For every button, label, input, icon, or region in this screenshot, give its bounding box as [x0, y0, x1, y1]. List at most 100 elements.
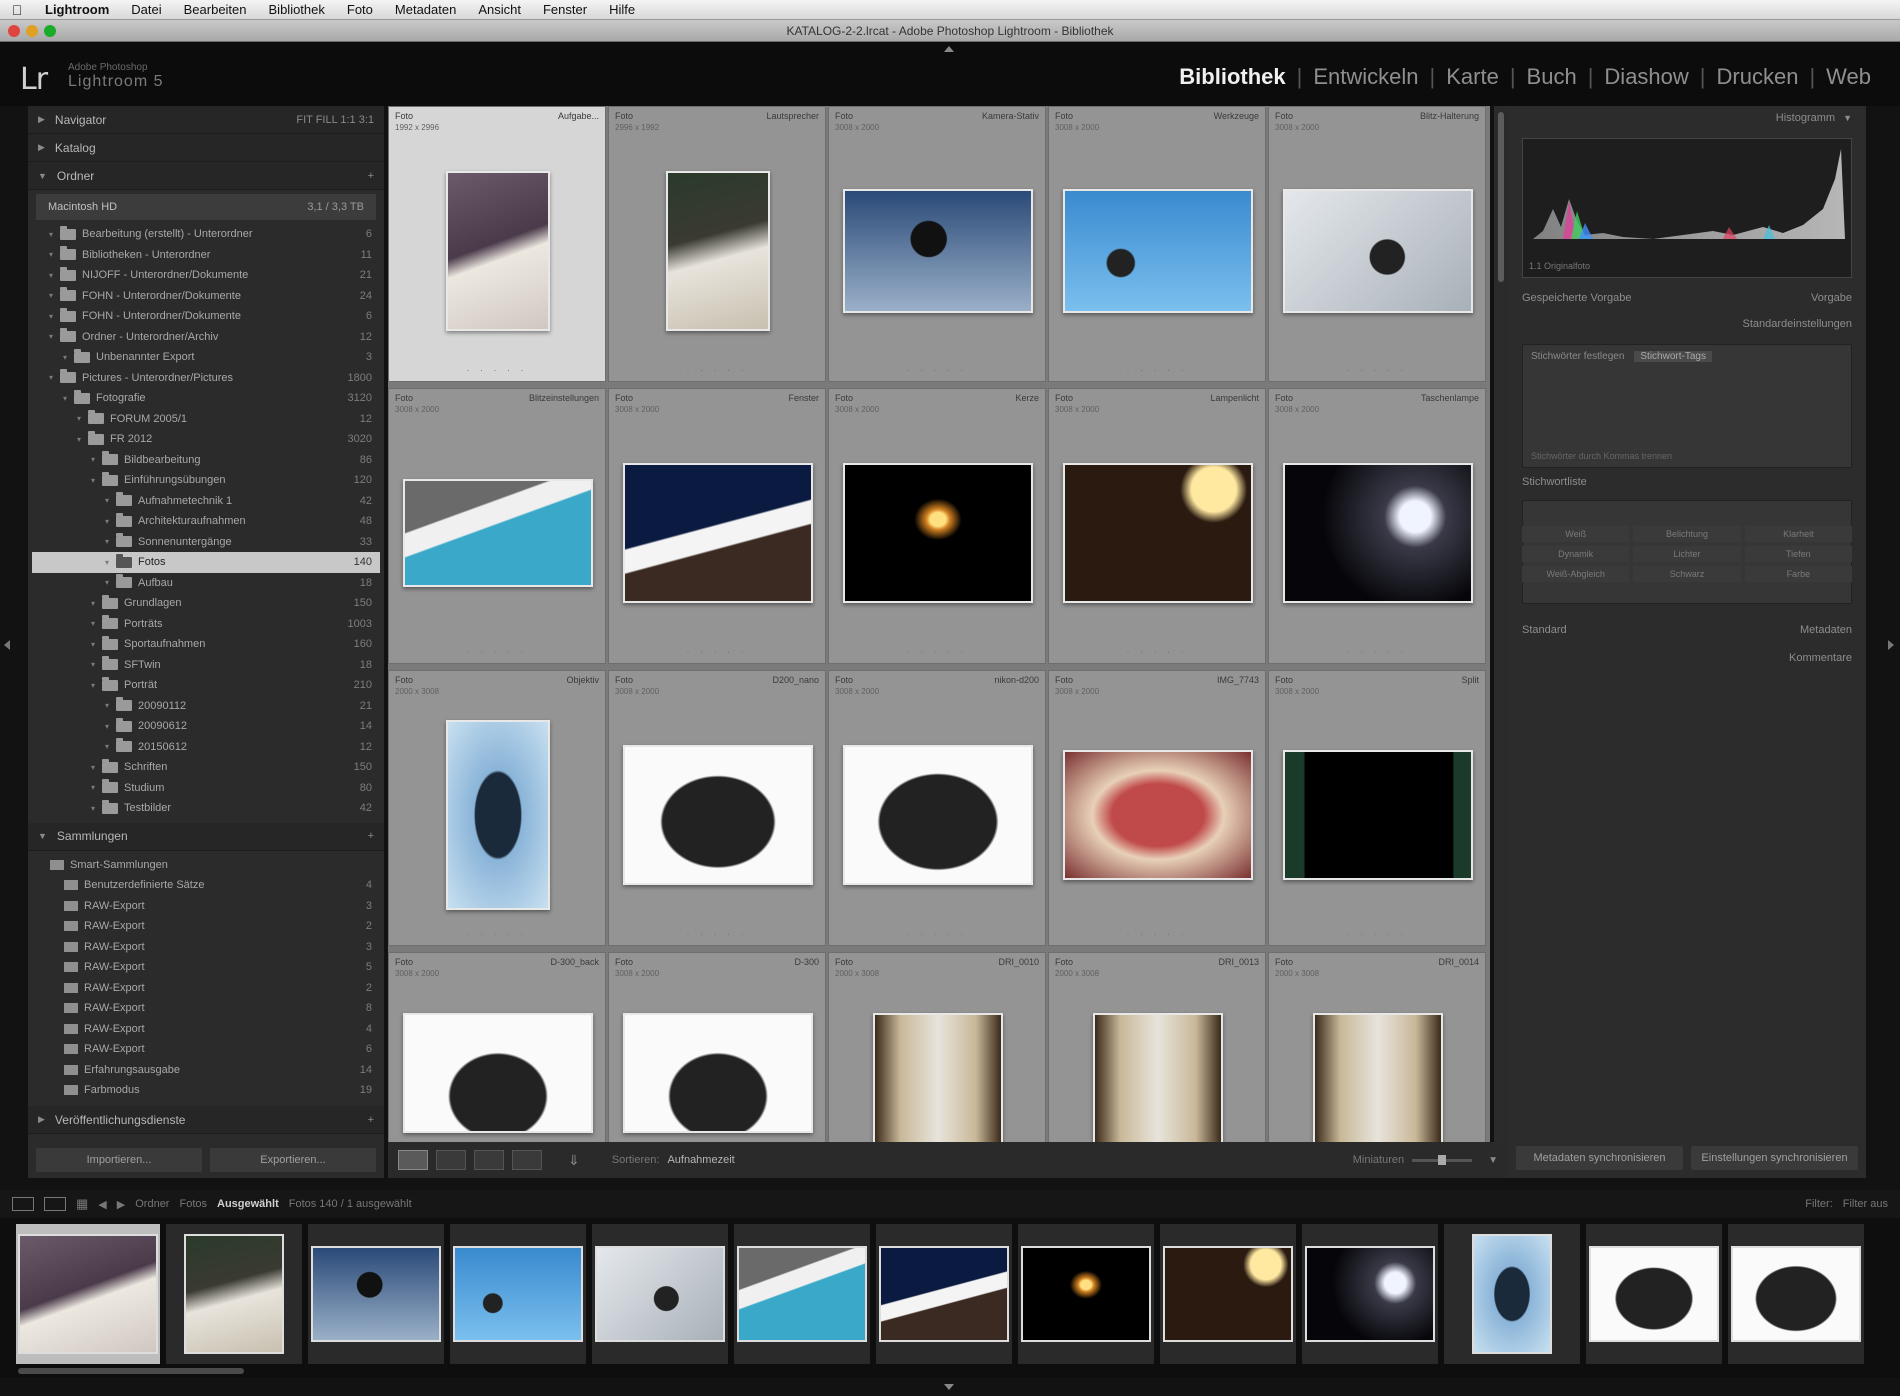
grid-cell[interactable]: Foto Blitzeinstellungen 3008 x 2000 · · · ·…	[388, 388, 606, 664]
grid-cell[interactable]: Foto Lautsprecher 2996 x 1992 · · · · ·	[608, 106, 826, 382]
compare-view-icon[interactable]	[474, 1150, 504, 1170]
keyword-list-header[interactable]: Stichwortliste	[1522, 476, 1852, 488]
grid-cell[interactable]: Foto Kerze 3008 x 2000 · · · · ·	[828, 388, 1046, 664]
filmstrip-thumbnail[interactable]	[1586, 1224, 1722, 1364]
disclosure-triangle-icon[interactable]: ▾	[88, 804, 98, 813]
menu-ansicht[interactable]: Ansicht	[467, 2, 532, 17]
filmstrip-thumbnail[interactable]	[592, 1224, 728, 1364]
rating-stars[interactable]: · · · · ·	[1049, 929, 1265, 939]
photo-thumbnail[interactable]	[1283, 750, 1473, 880]
collections-header[interactable]: ▼ Sammlungen +	[28, 822, 384, 851]
keyword-tags-dropdown[interactable]: Stichwort-Tags	[1634, 351, 1712, 362]
grid-cell[interactable]: Foto Lampenlicht 3008 x 2000 · · · · ·	[1048, 388, 1266, 664]
photo-thumbnail[interactable]	[1063, 463, 1253, 603]
menu-bearbeiten[interactable]: Bearbeiten	[173, 2, 258, 17]
folder-row[interactable]: ▾ Sportaufnahmen 160	[32, 634, 380, 655]
photo-thumbnail[interactable]	[1063, 189, 1253, 313]
folder-row[interactable]: ▾ Bibliotheken - Unterordner 11	[32, 245, 380, 266]
breadcrumb-folder[interactable]: Ordner	[135, 1198, 169, 1210]
filmstrip-thumbnail[interactable]	[16, 1224, 160, 1364]
disclosure-triangle-icon[interactable]: ▾	[88, 640, 98, 649]
folder-row[interactable]: ▾ 20150612 12	[32, 737, 380, 758]
disclosure-triangle-icon[interactable]: ▾	[88, 619, 98, 628]
collapse-top-panel-icon[interactable]	[944, 46, 954, 52]
menu-hilfe[interactable]: Hilfe	[598, 2, 646, 17]
menu-fenster[interactable]: Fenster	[532, 2, 598, 17]
menu-app[interactable]: Lightroom	[34, 2, 120, 17]
disclosure-triangle-icon[interactable]: ▾	[46, 291, 56, 300]
collection-row[interactable]: RAW-Export 2	[32, 916, 380, 937]
rating-stars[interactable]: · · · · ·	[1049, 647, 1265, 657]
menu-metadaten[interactable]: Metadaten	[384, 2, 467, 17]
folder-row[interactable]: ▾ SFTwin 18	[32, 655, 380, 676]
photo-thumbnail[interactable]	[623, 463, 813, 603]
sync-metadata-button[interactable]: Metadaten synchronisieren	[1516, 1146, 1683, 1170]
photo-thumbnail[interactable]	[843, 463, 1033, 603]
filmstrip-thumbnail[interactable]	[876, 1224, 1012, 1364]
module-drucken[interactable]: Drucken	[1706, 64, 1810, 90]
histogram-header[interactable]: Histogramm ▼	[1522, 112, 1852, 124]
navigator-header[interactable]: ▶ Navigator FIT FILL 1:1 3:1	[28, 106, 384, 134]
nav-back-icon[interactable]: ◀	[98, 1198, 106, 1211]
breadcrumb-active[interactable]: Ausgewählt	[217, 1198, 279, 1210]
grid-cell[interactable]: Foto DRI_0010 2000 x 3008	[828, 952, 1046, 1142]
grid-cell[interactable]: Foto Taschenlampe 3008 x 2000 · · · · ·	[1268, 388, 1486, 664]
rating-stars[interactable]: · · · · ·	[829, 929, 1045, 939]
loupe-view-icon[interactable]	[436, 1150, 466, 1170]
disclosure-triangle-icon[interactable]: ▾	[46, 271, 56, 280]
volume-macintosh-hd[interactable]: Macintosh HD 3,1 / 3,3 TB	[36, 194, 376, 220]
qd-cell[interactable]: Lichter	[1633, 546, 1741, 562]
disclosure-triangle-icon[interactable]: ▾	[102, 722, 112, 731]
photo-thumbnail[interactable]	[1283, 189, 1473, 313]
preset-dropdown[interactable]: Vorgabe	[1811, 292, 1852, 304]
folder-row[interactable]: ▾ Einführungsübungen 120	[32, 470, 380, 491]
qd-cell[interactable]: Dynamik	[1522, 546, 1630, 562]
collection-row[interactable]: Benutzerdefinierte Sätze 4	[32, 875, 380, 896]
folder-row[interactable]: ▾ Sonnenuntergänge 33	[32, 532, 380, 553]
qd-cell[interactable]: Belichtung	[1633, 526, 1741, 542]
rating-stars[interactable]: · · · · ·	[389, 929, 605, 939]
disclosure-triangle-icon[interactable]: ▾	[88, 660, 98, 669]
folder-row[interactable]: ▾ Schriften 150	[32, 757, 380, 778]
second-window-icon[interactable]	[44, 1197, 66, 1211]
disclosure-triangle-icon[interactable]: ▾	[74, 435, 84, 444]
photo-thumbnail[interactable]	[1063, 750, 1253, 880]
sort-dropdown[interactable]: Aufnahmezeit	[667, 1154, 734, 1166]
disclosure-triangle-icon[interactable]: ▾	[46, 332, 56, 341]
collapse-left-panel-icon[interactable]	[4, 640, 10, 650]
collection-row[interactable]: RAW-Export 2	[32, 978, 380, 999]
grid-cell[interactable]: Foto Kamera-Stativ 3008 x 2000 · · · · ·	[828, 106, 1046, 382]
close-window-icon[interactable]	[8, 25, 20, 37]
folder-row[interactable]: ▾ FORUM 2005/1 12	[32, 409, 380, 430]
collection-row[interactable]: Erfahrungsausgabe 14	[32, 1060, 380, 1081]
folder-row[interactable]: ▾ FOHN - Unterordner/Dokumente 6	[32, 306, 380, 327]
folder-row[interactable]: ▾ 20090112 21	[32, 696, 380, 717]
folder-row[interactable]: ▾ Porträt 210	[32, 675, 380, 696]
filmstrip-thumbnail[interactable]	[1444, 1224, 1580, 1364]
collection-row[interactable]: RAW-Export 3	[32, 937, 380, 958]
photo-thumbnail[interactable]	[403, 479, 593, 587]
folder-row[interactable]: ▾ Aufnahmetechnik 1 42	[32, 491, 380, 512]
folders-header[interactable]: ▼ Ordner +	[28, 162, 384, 190]
grid-cell[interactable]: Foto D-300_back 3008 x 2000	[388, 952, 606, 1142]
photo-thumbnail[interactable]	[623, 1013, 813, 1133]
module-diashow[interactable]: Diashow	[1593, 64, 1699, 90]
qd-cell[interactable]: Farbe	[1744, 566, 1852, 582]
apple-icon[interactable]: 	[0, 2, 34, 18]
disclosure-triangle-icon[interactable]: ▾	[102, 742, 112, 751]
module-buch[interactable]: Buch	[1516, 64, 1588, 90]
folder-row[interactable]: ▾ NIJOFF - Unterordner/Dokumente 21	[32, 265, 380, 286]
menu-bibliothek[interactable]: Bibliothek	[258, 2, 336, 17]
photo-thumbnail[interactable]	[623, 745, 813, 885]
grid-cell[interactable]: Foto Fenster 3008 x 2000 · · · · ·	[608, 388, 826, 664]
disclosure-triangle-icon[interactable]: ▾	[46, 230, 56, 239]
disclosure-triangle-icon[interactable]: ▾	[88, 681, 98, 690]
disclosure-triangle-icon[interactable]: ▾	[46, 250, 56, 259]
folder-row[interactable]: ▾ Unbenannter Export 3	[32, 347, 380, 368]
disclosure-triangle-icon[interactable]: ▾	[88, 763, 98, 772]
folder-row[interactable]: ▾ Bearbeitung (erstellt) - Unterordner 6	[32, 224, 380, 245]
photo-thumbnail[interactable]	[666, 171, 770, 331]
photo-thumbnail[interactable]	[1283, 463, 1473, 603]
qd-cell[interactable]: Klarheit	[1744, 526, 1852, 542]
import-button[interactable]: Importieren...	[36, 1148, 202, 1172]
